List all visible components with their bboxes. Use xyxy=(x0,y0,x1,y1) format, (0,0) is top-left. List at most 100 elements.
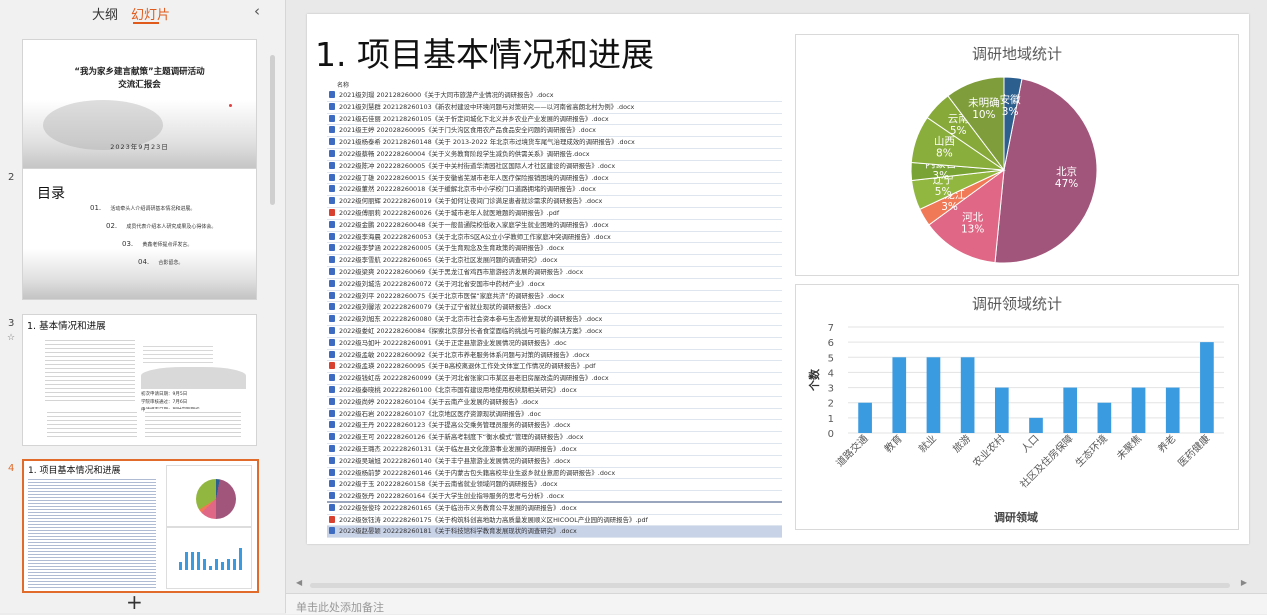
pie-label: 5% xyxy=(935,186,952,198)
add-slide-button[interactable]: + xyxy=(126,590,143,614)
file-row[interactable]: 2022级张俊玲 202228260165《关于临汾市义务教育公平发展的调研报告… xyxy=(327,503,782,515)
file-row[interactable]: 2021级刘慧群 202128260103《新农村建设中环境问题与对策研究——以… xyxy=(327,102,782,114)
pie-label: 未明确 xyxy=(968,96,1000,109)
file-row[interactable]: 2022级石岩 202228260107《北京地区医疗资源现状调研报告》.doc xyxy=(327,409,782,421)
file-row[interactable]: 2022级丁雄 202228260015《关于安徽省芜湖市老年人医疗保险报销困境… xyxy=(327,173,782,185)
bar-2 xyxy=(892,357,907,433)
file-row[interactable]: 2022级赵晏颖 202228260181《关于科技馆科学教育发展现状的调查研究… xyxy=(327,526,782,539)
x-tick-label: 就业 xyxy=(916,432,939,455)
scrollbar-thumb[interactable] xyxy=(310,583,1230,588)
file-row[interactable]: 2022级董然 202228260018《关于缓解北京市中小学校门口道路拥堵的调… xyxy=(327,184,782,197)
file-name: 2022级董然 202228260018《关于缓解北京市中小学校门口道路拥堵的调… xyxy=(339,185,596,194)
file-row[interactable]: 2022级孟敏 202228260092《关于北京市养老服务体系问题与对策的调研… xyxy=(327,350,782,362)
slide-thumbnail-3[interactable]: 1. 基本情况和进展 初次申请日期：9月5日 学院审核通过：7月6日 申请结束日… xyxy=(22,314,257,446)
file-row[interactable]: 2022级王璐杰 202228260131《关于临左县文化旅游事业发展的调研报告… xyxy=(327,444,782,456)
slide-canvas[interactable]: 1. 项目基本情况和进展 名称 2021级刘璟 20212826000《关于大同… xyxy=(307,14,1249,544)
thumb-file-list xyxy=(28,477,156,589)
file-row[interactable]: 2022级吴瑞旭 202228260140《关于丰宁县旅游业发展情况的调研报告》… xyxy=(327,456,782,468)
file-row[interactable]: 2022级尚婷 202228260104《关于云南产业发展的调研报告》.docx xyxy=(327,397,782,409)
region-pie-chart[interactable]: 调研地域统计 北京47%河北13%黑龙江3%辽宁5%内蒙古3%山西8%云南5%未… xyxy=(795,34,1239,276)
file-row[interactable]: 2022级何丽辉 202228260019《关于如何让夜间门诊满足患者就诊需求的… xyxy=(327,196,782,208)
file-row[interactable]: 2022级王丹 202228260123《关于提高公交乘务管理员服务的调研报告》… xyxy=(327,420,782,433)
file-row[interactable]: 2022级李梦涵 202228260005《关于生育观念及生育政策的调研报告》.… xyxy=(327,243,782,256)
file-name: 2022级吴瑞旭 202228260140《关于丰宁县旅游业发展情况的调研报告》… xyxy=(339,456,571,465)
file-row[interactable]: 2022级刘旭东 202228260080《关于北京市社会资本参与生态修复现状的… xyxy=(327,314,782,326)
word-file-icon xyxy=(329,232,335,240)
mountain-shape xyxy=(141,367,246,389)
file-row[interactable]: 2022级陈冲 202228260005《关于中关村街道华清园社区国际人才社区建… xyxy=(327,161,782,173)
file-row[interactable]: 2022级傅丽莉 202228260026《关于城市老年人就医难题的调研报告》.… xyxy=(327,208,782,220)
thumb-title: 1. 基本情况和进展 xyxy=(27,321,106,332)
file-name: 2021级刘璟 20212826000《关于大同市旅游产业情况的调研报告》.do… xyxy=(339,91,554,99)
slide-number: 3 xyxy=(8,318,15,329)
word-file-icon xyxy=(329,244,335,252)
field-bar-chart[interactable]: 调研领域统计 0 1 2 3 4 5 6 7 个数 道路交通 教育 就业 旅游 农业农村 人口 社区及住房保障… xyxy=(795,284,1239,530)
thumb-title: 1. 项目基本情况和进展 xyxy=(28,466,121,476)
file-name: 2022级王璐杰 202228260131《关于临左县文化旅游事业发展的调研报告… xyxy=(339,444,577,453)
thumb-title: “我为家乡建言献策”主题调研活动 xyxy=(74,67,205,77)
file-name: 2022级蔡畅 202228260004《关于义务教育阶段学生减负的供需关系》调… xyxy=(339,149,590,158)
pie-chart-svg: 北京47%河北13%黑龙江3%辽宁5%内蒙古3%山西8%云南5%未明确10%安徽… xyxy=(910,76,1098,264)
horizontal-scrollbar[interactable]: ◀ ▶ xyxy=(296,578,1257,590)
file-row[interactable]: 2021级刘璟 20212826000《关于大同市旅游产业情况的调研报告》.do… xyxy=(327,90,782,102)
file-row[interactable]: 2022级杨前梦 202228260146《关于内蒙古包头籍高校毕业生返乡就业意… xyxy=(327,468,782,480)
file-row[interactable]: 2022级张钰涛 202228260175《关于构筑科创高地助力高质量发展顺义区… xyxy=(327,515,782,527)
word-file-icon xyxy=(329,409,335,417)
star-icon: ☆ xyxy=(7,333,16,343)
tab-slides[interactable]: 幻灯片 xyxy=(131,4,170,23)
file-row[interactable]: 2021级石佳丽 202128260105《关于忻定间城化下北义并乡农业产业发展… xyxy=(327,114,782,126)
y-tick-label: 5 xyxy=(828,353,834,364)
file-name: 2022级于玉 202228260158《关于云南省就业领域问题的调研报告》.d… xyxy=(339,480,558,489)
file-row[interactable]: 2022级秦晓桃 202228260100《北京市国有建设用地使用权续期相关研究… xyxy=(327,385,782,397)
file-row[interactable]: 2022级马如叶 202228260091《关于正定县旅游业发展情况的调研报告》… xyxy=(327,338,782,350)
pie-label: 8% xyxy=(936,148,953,160)
word-file-icon xyxy=(329,421,335,429)
y-tick-label: 6 xyxy=(828,338,834,349)
collapse-sidebar-icon[interactable]: ‹ xyxy=(254,2,260,20)
pie-label: 13% xyxy=(961,224,984,236)
scroll-left-icon[interactable]: ◀ xyxy=(296,578,302,587)
word-file-icon xyxy=(329,468,335,476)
word-file-icon xyxy=(329,456,335,464)
file-name: 2022级何丽辉 202228260019《关于如何让夜间门诊满足患者就诊需求的… xyxy=(339,197,603,206)
sidebar-scrollbar[interactable] xyxy=(270,55,275,205)
file-name: 2022级李海晨 202228260053《关于北京市S区A公立小学教师工作家庭… xyxy=(339,232,611,241)
file-row[interactable]: 2022级李海晨 202228260053《关于北京市S区A公立小学教师工作家庭… xyxy=(327,232,782,244)
slide-thumbnail-2[interactable]: 目录 01. 活动牵头人介绍调研基本情况和进展。 02. 成员代表介绍本人研究成… xyxy=(22,168,257,300)
file-row[interactable]: 2021级王婷 202028260095《关于门头沟区食用农产品食品安全问题的调… xyxy=(327,125,782,138)
file-row[interactable]: 2022级孟瑛 202228260095《关于B高校离退休工作处文体室工作情况的… xyxy=(327,361,782,374)
slide-title[interactable]: 1. 项目基本情况和进展 xyxy=(315,28,654,76)
thumb-text-block xyxy=(143,343,213,365)
file-row[interactable]: 2022级梁爽 202228260069《关于黑龙江省鸡西市旅游经济发展的调研报… xyxy=(327,267,782,279)
thumb-document-image xyxy=(45,337,135,402)
file-row[interactable]: 2022级刘平 202228260075《关于北京市医保“家庭共济”的调研报告》… xyxy=(327,291,782,303)
file-row[interactable]: 2022级于玉 202228260158《关于云南省就业领域问题的调研报告》.d… xyxy=(327,479,782,492)
file-row[interactable]: 2022级刘城浩 202228260072《关于河北省安国市中药材产业》.doc… xyxy=(327,279,782,291)
file-row[interactable]: 2021级杨泰希 202128260148《关于 2013-2022 年北京市过… xyxy=(327,137,782,149)
word-file-icon xyxy=(329,338,335,346)
slide-thumbnail-4[interactable]: 1. 项目基本情况和进展 xyxy=(22,459,259,593)
file-row[interactable]: 2022级钱虹岳 202228260099《关于河北省张家口市某区县老旧房屋改造… xyxy=(327,373,782,385)
slide-thumbnail-1[interactable]: “我为家乡建言献策”主题调研活动 交流汇报会 2023年9月23日 xyxy=(22,39,257,171)
scroll-right-icon[interactable]: ▶ xyxy=(1241,578,1247,587)
thumb-note-1: 初次申请日期：9月5日 xyxy=(141,392,188,397)
notes-pane[interactable]: 单击此处添加备注 xyxy=(286,593,1267,614)
toc-item-4: 04. 合影留念。 xyxy=(138,258,183,266)
file-name: 2022级陈冲 202228260005《关于中关村街道华清园社区国际人才社区建… xyxy=(339,161,616,170)
pdf-file-icon xyxy=(329,208,335,216)
file-row[interactable]: 2022级金鹏 202228260048《关于一般普通院校低收入家庭学生就业困难… xyxy=(327,220,782,232)
file-row[interactable]: 2022级刘馨浓 202228260079《关于辽宁省就业现状的调研报告》.do… xyxy=(327,302,782,315)
x-tick-label: 道路交通 xyxy=(833,432,870,469)
file-row[interactable]: 2022级娄虹 202228260084《探索北京部分长者食堂面临的挑战与可能的… xyxy=(327,326,782,338)
word-file-icon xyxy=(329,185,335,193)
tab-outline[interactable]: 大纲 xyxy=(92,4,118,23)
word-file-icon xyxy=(329,480,335,488)
sidebar-tabs: 大纲 幻灯片 ‹ xyxy=(0,0,285,30)
file-row[interactable]: 2022级李雪航 202228260065《关于北京社区发展问题的调查研究》.d… xyxy=(327,255,782,267)
file-row[interactable]: 2022级蔡畅 202228260004《关于义务教育阶段学生减负的供需关系》调… xyxy=(327,149,782,161)
word-file-icon xyxy=(329,279,335,287)
file-row[interactable]: 2022级王可 202228260126《关于新高考制度下“衡水模式”管理的调研… xyxy=(327,432,782,444)
y-tick-label: 0 xyxy=(828,429,834,440)
toc-num: 02. xyxy=(106,222,118,230)
thumb-pie-chart xyxy=(166,465,252,527)
